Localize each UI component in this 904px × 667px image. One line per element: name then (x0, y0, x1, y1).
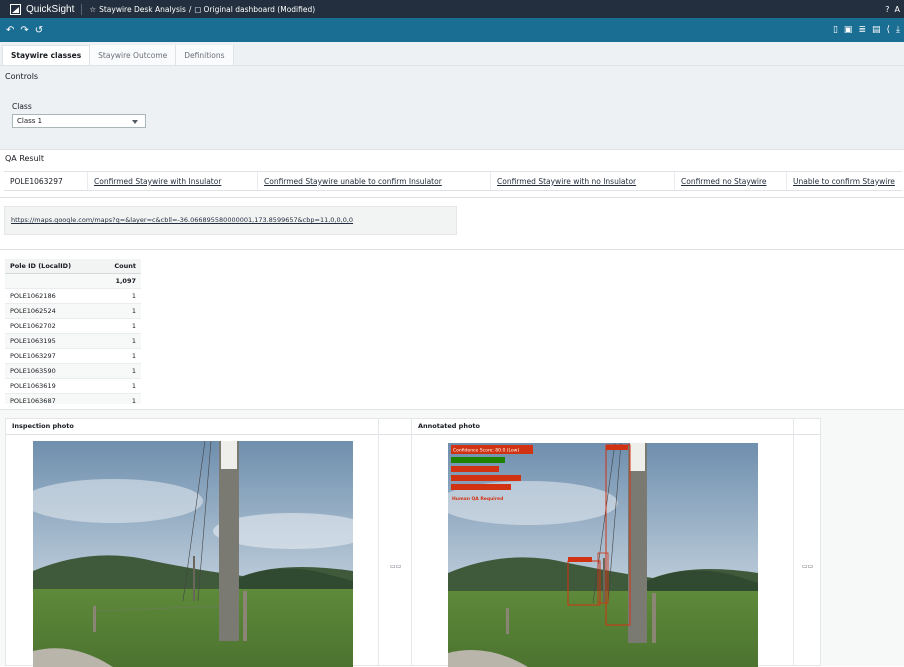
confidence-annotation: Confidence Score: 80.0 (Low) (453, 448, 519, 454)
share-icon[interactable]: ⟨ (887, 25, 891, 35)
cell-count: 1 (131, 382, 136, 390)
data-icon[interactable]: ≣ (858, 25, 866, 35)
cell-pole-id: POLE1063687 (10, 397, 56, 404)
save-icon[interactable]: ▤ (872, 25, 881, 35)
photo-section: Inspection photo ▭▭ Annotated photo Conf… (0, 410, 904, 667)
total-count: 1,097 (115, 277, 136, 285)
tab-staywire-outcome[interactable]: Staywire Outcome (90, 45, 177, 65)
cell-count: 1 (131, 397, 136, 404)
top-bar: QuickSight ☆ Staywire Desk Analysis / ▢ … (0, 0, 904, 18)
header-pole-id[interactable]: Pole ID (LocalID) (5, 262, 81, 270)
inspection-photo (33, 441, 353, 667)
cell-pole-id: POLE1063297 (10, 352, 56, 360)
undo-icon[interactable]: ↶ (6, 25, 14, 36)
annotated-expand-column: ▭▭ (793, 418, 821, 666)
quicksight-logo-icon (10, 3, 21, 15)
controls-panel: Controls Class Class 1 (0, 66, 904, 150)
export-icon[interactable]: ⤓ (896, 25, 900, 35)
qa-option-no-insulator[interactable]: Confirmed Staywire with no Insulator (491, 172, 675, 190)
class-label: Class (12, 102, 32, 111)
annotated-pole-image: Confidence Score: 80.0 (Low) Human QA Re… (448, 443, 758, 667)
bookmark-add-icon[interactable]: ▣ (844, 25, 853, 35)
toolbar: ↶ ↷ ↺ ▯ ▣ ≣ ▤ ⟨ ⤓ (0, 18, 904, 42)
inspection-photo-panel: Inspection photo (5, 418, 379, 667)
bookmark-icon[interactable]: ▯ (833, 25, 838, 35)
qa-option-unable-confirm-staywire[interactable]: Unable to confirm Staywire (787, 172, 902, 190)
human-qa-annotation: Human QA Required (452, 496, 503, 502)
qa-table: POLE1063297 Confirmed Staywire with Insu… (4, 171, 902, 191)
cell-pole-id: POLE1062702 (10, 322, 56, 330)
inspection-photo-title: Inspection photo (6, 419, 378, 435)
breadcrumb-dashboard[interactable]: Original dashboard (Modified) (204, 5, 316, 14)
cell-count: 1 (131, 337, 136, 345)
redo-icon[interactable]: ↷ (20, 25, 28, 36)
annotated-photo-title: Annotated photo (412, 419, 793, 435)
table-row[interactable]: POLE1063590 1 (5, 364, 141, 379)
cell-pole-id: POLE1063590 (10, 367, 56, 375)
expand-icon[interactable]: ▭▭ (802, 563, 813, 570)
dashboard-icon: ▢ (194, 4, 202, 14)
qa-title: QA Result (5, 154, 45, 163)
class-select[interactable]: Class 1 (12, 114, 146, 128)
reset-icon[interactable]: ↺ (35, 25, 43, 36)
cell-pole-id: POLE1062524 (10, 307, 56, 315)
divider (81, 3, 83, 15)
cell-count: 1 (131, 352, 136, 360)
cell-pole-id: POLE1063619 (10, 382, 56, 390)
tab-definitions[interactable]: Definitions (176, 45, 234, 65)
table-row[interactable]: POLE1063297 1 (5, 349, 141, 364)
app-name: QuickSight (26, 3, 75, 15)
star-icon[interactable]: ☆ (89, 5, 96, 14)
cell-count: 1 (131, 322, 136, 330)
table-total-row: 1,097 (5, 274, 141, 289)
cell-count: 1 (131, 367, 136, 375)
breadcrumb-analysis[interactable]: Staywire Desk Analysis (99, 5, 186, 14)
cell-pole-id: POLE1062186 (10, 292, 56, 300)
table-row[interactable]: POLE1062702 1 (5, 319, 141, 334)
breadcrumb: ☆ Staywire Desk Analysis / ▢ Original da… (89, 5, 315, 14)
breadcrumb-separator: / (188, 4, 192, 14)
table-row[interactable]: POLE1063687 1 (5, 394, 141, 404)
sheet-tabs: Staywire classes Staywire Outcome Defini… (0, 42, 904, 66)
user-icon[interactable]: A (895, 5, 900, 14)
cell-count: 1 (131, 292, 136, 300)
cell-count: 1 (131, 307, 136, 315)
table-row[interactable]: POLE1063195 1 (5, 334, 141, 349)
url-visual: https://maps.google.com/maps?q=&layer=c&… (0, 198, 904, 250)
qa-option-confirmed-with-insulator[interactable]: Confirmed Staywire with Insulator (88, 172, 258, 190)
controls-title[interactable]: Controls (5, 72, 38, 81)
table-row[interactable]: POLE1062524 1 (5, 304, 141, 319)
class-select-value: Class 1 (17, 117, 43, 125)
chevron-down-icon (132, 120, 138, 124)
annotated-photo-panel: Annotated photo Confidence Score: 80.0 (… (411, 418, 794, 667)
help-icon[interactable]: ? (885, 5, 889, 14)
expand-icon[interactable]: ▭▭ (390, 563, 401, 570)
qa-option-unable-confirm-insulator[interactable]: Confirmed Staywire unable to confirm Ins… (258, 172, 491, 190)
inspection-expand-column: ▭▭ (378, 418, 412, 666)
tab-staywire-classes[interactable]: Staywire classes (2, 45, 91, 65)
table-row[interactable]: POLE1062186 1 (5, 289, 141, 304)
quicksight-logo[interactable]: QuickSight (10, 3, 75, 15)
header-count[interactable]: Count (81, 262, 141, 270)
pole-count-table: Pole ID (LocalID) Count 1,097 POLE106218… (5, 259, 141, 404)
maps-url-link[interactable]: https://maps.google.com/maps?q=&layer=c&… (4, 206, 457, 235)
qa-result-visual: QA Result POLE1063297 Confirmed Staywire… (0, 150, 904, 198)
qa-option-no-staywire[interactable]: Confirmed no Staywire (675, 172, 787, 190)
pole-photo-image (33, 441, 353, 667)
pivot-visual: Pole ID (LocalID) Count 1,097 POLE106218… (0, 250, 904, 410)
annotated-photo: Confidence Score: 80.0 (Low) Human QA Re… (448, 443, 758, 667)
qa-pole-id: POLE1063297 (4, 172, 88, 190)
cell-pole-id: POLE1063195 (10, 337, 56, 345)
table-header: Pole ID (LocalID) Count (5, 259, 141, 274)
table-row[interactable]: POLE1063619 1 (5, 379, 141, 394)
